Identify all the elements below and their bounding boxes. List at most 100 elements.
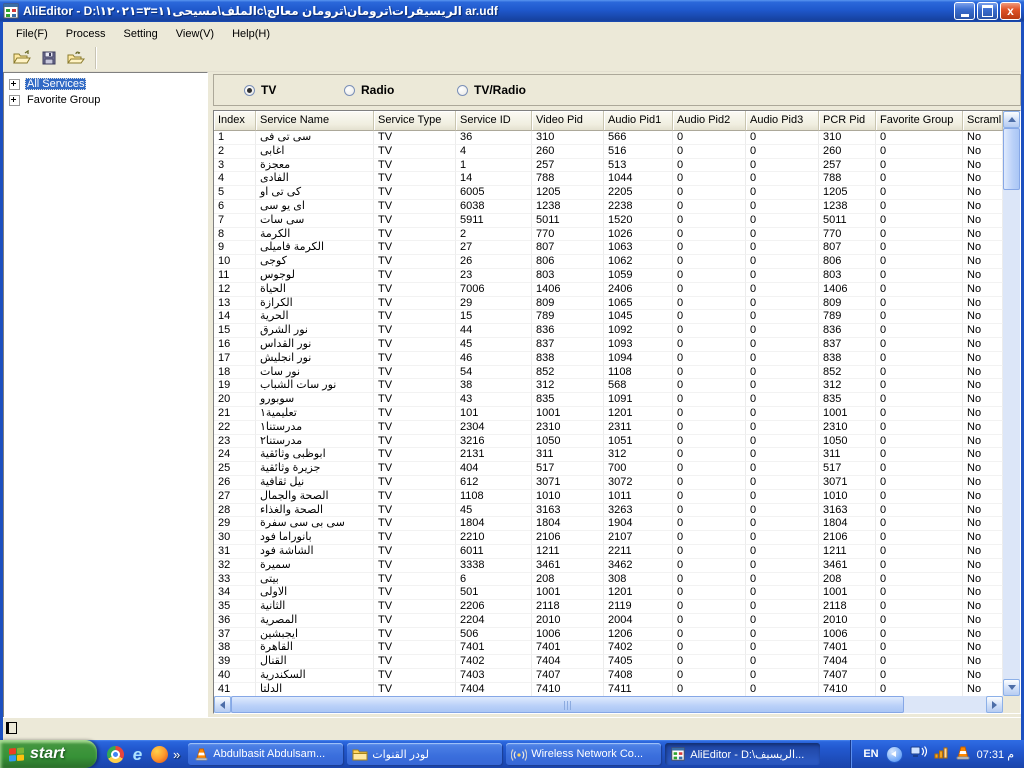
table-row[interactable]: 13الكرازةTV298091065008090No [214,297,1003,311]
table-cell: 836 [819,324,876,338]
table-row[interactable]: 27الصحة والجمالTV1108101010110010100No [214,490,1003,504]
column-header-service-name[interactable]: Service Name [256,111,374,131]
menu-item-view-v[interactable]: View(V) [167,25,223,43]
table-row[interactable]: 17نور انجليشTV468381094008380No [214,352,1003,366]
chrome-icon[interactable] [107,746,124,763]
menu-item-process[interactable]: Process [57,25,115,43]
table-row[interactable]: 31الشاشة فودTV6011121122110012110No [214,545,1003,559]
scroll-left-button[interactable] [214,696,231,713]
vertical-scrollbar[interactable] [1003,111,1020,696]
table-row[interactable]: 18نور ساتTV548521108008520No [214,366,1003,380]
task-button-alieditor-d[interactable]: AliEditor - D:\الريسيف... [665,743,820,765]
save-button[interactable] [35,46,62,71]
open-button[interactable] [8,46,35,71]
internet-explorer-icon[interactable]: e [129,746,146,763]
table-row[interactable]: 28الصحة والغذاءTV45316332630031630No [214,504,1003,518]
table-cell: 260 [532,145,604,159]
table-row[interactable]: 5كى تى اوTV6005120522050012050No [214,186,1003,200]
menu-item-help-h[interactable]: Help(H) [223,25,279,43]
table-row[interactable]: 7سى ساتTV5911501115200050110No [214,214,1003,228]
table-row[interactable]: 9الكرمة فاميلىTV278071063008070No [214,241,1003,255]
table-row[interactable]: 4الفادىTV147881044007880No [214,172,1003,186]
status-grip-icon [6,722,17,734]
table-row[interactable]: 8الكرمةTV27701026007700No [214,228,1003,242]
table-row[interactable]: 38القاهرةTV7401740174020074010No [214,641,1003,655]
table-row[interactable]: 35الثانيةTV2206211821190021180No [214,600,1003,614]
minimize-button[interactable] [954,2,975,20]
table-row[interactable]: 21تعليمية١TV101100112010010010No [214,407,1003,421]
table-row[interactable]: 10كوجىTV268061062008060No [214,255,1003,269]
table-row[interactable]: 24ابوظبى وثائقيةTV2131311312003110No [214,448,1003,462]
signal-strength-icon[interactable] [934,746,949,762]
scroll-down-button[interactable] [1003,679,1020,696]
table-row[interactable]: 30بانوراما فودTV2210210621070021060No [214,531,1003,545]
firefox-icon[interactable] [151,746,168,763]
column-header-index[interactable]: Index [214,111,256,131]
table-row[interactable]: 1سى تى فىTV36310566003100No [214,131,1003,145]
scroll-up-button[interactable] [1003,111,1020,128]
table-cell: No [963,352,1003,366]
table-row[interactable]: 26نيل ثقافيةTV612307130720030710No [214,476,1003,490]
expand-icon[interactable] [9,95,20,106]
task-button-wireless-network-co[interactable]: Wireless Network Co... [506,743,661,765]
horizontal-scrollbar[interactable] [214,696,1003,713]
column-header-scraml[interactable]: Scraml [963,111,1003,131]
close-button[interactable]: x [1000,2,1021,20]
menu-item-file-f[interactable]: File(F) [7,25,57,43]
network-icon[interactable] [910,745,927,763]
table-cell: 32 [214,559,256,573]
table-row[interactable]: 25جزيرة وثائقيةTV404517700005170No [214,462,1003,476]
table-row[interactable]: 11لوجوسTV238031059008030No [214,269,1003,283]
column-header-audio-pid3[interactable]: Audio Pid3 [746,111,819,131]
table-row[interactable]: 40السكندريةTV7403740774080074070No [214,669,1003,683]
column-header-service-type[interactable]: Service Type [374,111,456,131]
table-row[interactable]: 6اى يو سىTV6038123822380012380No [214,200,1003,214]
system-tray: EN [850,740,1024,768]
scroll-right-button[interactable] [986,696,1003,713]
table-row[interactable]: 19نور سات الشبابTV38312568003120No [214,379,1003,393]
table-row[interactable]: 23مدرستنا٢TV3216105010510010500No [214,435,1003,449]
table-row[interactable]: 39القنالTV7402740474050074040No [214,655,1003,669]
column-header-favorite-group[interactable]: Favorite Group [876,111,963,131]
task-button-task1[interactable]: لودر القنوات [347,743,502,765]
table-cell: 0 [876,490,963,504]
tray-collapse-button[interactable] [886,746,903,763]
import-button[interactable] [62,46,89,71]
tree-item-all-services[interactable]: All Services [4,76,207,92]
radio-tv-radio[interactable]: TV/Radio [457,83,526,97]
language-indicator[interactable]: EN [863,748,878,760]
column-header-audio-pid1[interactable]: Audio Pid1 [604,111,673,131]
table-row[interactable]: 41الدلتاTV7404741074110074100No [214,683,1003,696]
vlc-tray-icon[interactable] [956,746,970,763]
table-row[interactable]: 37ايجبشينTV506100612060010060No [214,628,1003,642]
radio-radio[interactable]: Radio [344,83,394,97]
table-row[interactable]: 36المصريةTV2204201020040020100No [214,614,1003,628]
table-row[interactable]: 12الحياةTV7006140624060014060No [214,283,1003,297]
table-row[interactable]: 2اغابىTV4260516002600No [214,145,1003,159]
table-row[interactable]: 22مدرستنا١TV2304231023110023100No [214,421,1003,435]
table-row[interactable]: 33بيتىTV6208308002080No [214,573,1003,587]
table-row[interactable]: 29سى بى سى سفرةTV1804180419040018040No [214,517,1003,531]
column-header-audio-pid2[interactable]: Audio Pid2 [673,111,746,131]
start-button[interactable]: start [0,740,97,768]
task-button-abdulbasit-abdulsam[interactable]: Abdulbasit Abdulsam... [188,743,343,765]
expand-icon[interactable] [9,79,20,90]
table-row[interactable]: 16نور القداسTV458371093008370No [214,338,1003,352]
table-row[interactable]: 32سميرةTV3338346134620034610No [214,559,1003,573]
restore-button[interactable] [977,2,998,20]
radio-tv[interactable]: TV [244,83,276,97]
table-row[interactable]: 3معجزةTV1257513002570No [214,159,1003,173]
table-row[interactable]: 14الحريةTV157891045007890No [214,310,1003,324]
tree-item-favorite-group[interactable]: Favorite Group [4,92,207,108]
column-header-service-id[interactable]: Service ID [456,111,532,131]
table-row[interactable]: 34الاولىTV501100112010010010No [214,586,1003,600]
quick-launch-chevron[interactable]: » [173,747,180,762]
table-cell: 0 [746,255,819,269]
table-row[interactable]: 20سوبوروTV438351091008350No [214,393,1003,407]
table-row[interactable]: 15نور الشرقTV448361092008360No [214,324,1003,338]
column-header-video-pid[interactable]: Video Pid [532,111,604,131]
menu-item-setting[interactable]: Setting [115,25,167,43]
vertical-scroll-thumb[interactable] [1003,128,1020,190]
horizontal-scroll-thumb[interactable] [231,696,904,713]
column-header-pcr-pid[interactable]: PCR Pid [819,111,876,131]
